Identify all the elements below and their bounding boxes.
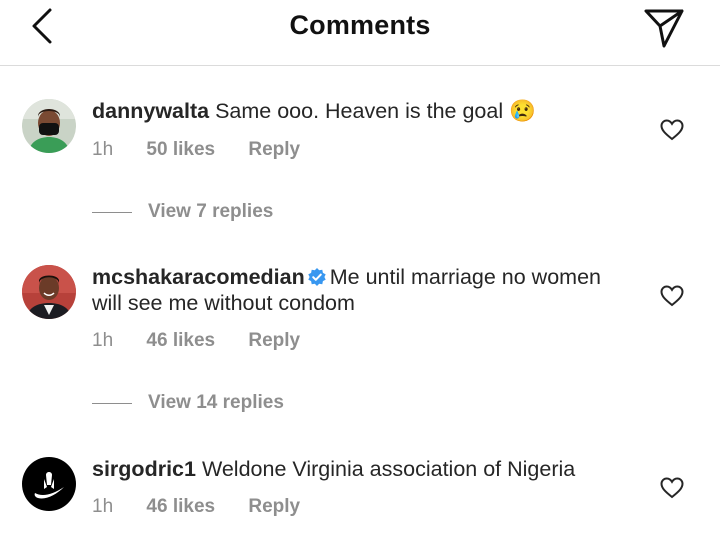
likes-count[interactable]: 46 likes [146, 496, 215, 517]
paper-plane-icon [644, 9, 684, 48]
view-replies-label: View 7 replies [148, 201, 274, 222]
likes-count[interactable]: 50 likes [146, 139, 215, 160]
share-button[interactable] [640, 4, 688, 50]
view-replies-button[interactable]: View 7 replies [92, 200, 273, 224]
comment-text: mcshakaracomedian Me until marriage no w… [92, 264, 622, 316]
reply-button[interactable]: Reply [248, 139, 300, 160]
avatar[interactable] [22, 457, 76, 511]
avatar[interactable] [22, 99, 76, 153]
comment-meta: 1h 46 likes Reply [92, 330, 328, 352]
verified-badge-icon [308, 268, 326, 286]
heart-icon[interactable] [659, 117, 685, 143]
likes-count[interactable]: 46 likes [146, 330, 215, 351]
comments-header: Comments [0, 0, 720, 66]
avatar[interactable] [22, 265, 76, 319]
comment-username[interactable]: mcshakaracomedian [92, 265, 305, 289]
comment-time: 1h [92, 496, 114, 517]
comment-username[interactable]: sirgodric1 [92, 457, 196, 481]
comment-body: Same ooo. Heaven is the goal [215, 99, 504, 123]
replies-divider-line [92, 211, 132, 213]
comment-time: 1h [92, 139, 114, 160]
comment-username[interactable]: dannywalta [92, 99, 209, 123]
heart-icon[interactable] [659, 283, 685, 309]
heart-icon[interactable] [659, 475, 685, 501]
crying-face-emoji: 😢 [509, 99, 536, 123]
comment-body: Weldone Virginia association of Nigeria [201, 457, 576, 481]
comment-meta: 1h 46 likes Reply [92, 496, 328, 518]
replies-divider-line [92, 402, 132, 404]
view-replies-label: View 14 replies [148, 392, 284, 413]
view-replies-button[interactable]: View 14 replies [92, 391, 284, 415]
comment-time: 1h [92, 330, 114, 351]
comment-text: dannywalta Same ooo. Heaven is the goal … [92, 98, 622, 124]
comment-text: sirgodric1 Weldone Virginia association … [92, 456, 622, 482]
page-title: Comments [289, 10, 431, 40]
reply-button[interactable]: Reply [248, 496, 300, 517]
comment-meta: 1h 50 likes Reply [92, 139, 328, 161]
reply-button[interactable]: Reply [248, 330, 300, 351]
